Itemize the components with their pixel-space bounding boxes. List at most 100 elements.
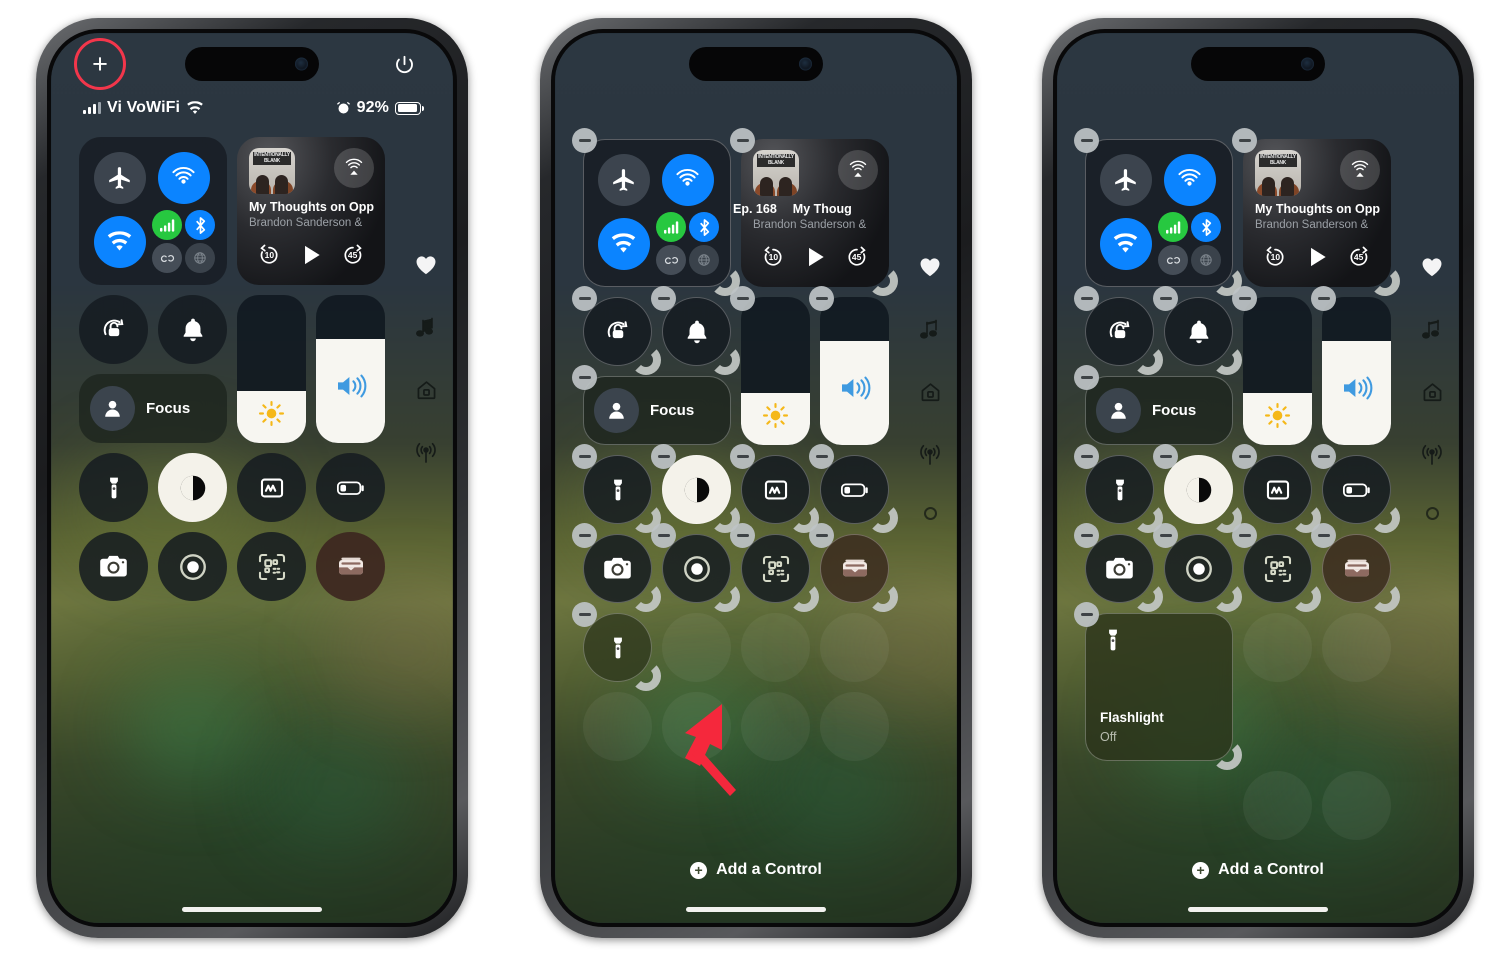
connectivity-icon[interactable]	[918, 444, 942, 471]
resize-handle[interactable]	[631, 345, 661, 375]
empty-slot[interactable]	[1243, 771, 1312, 840]
cellular-data-button[interactable]	[1158, 212, 1188, 242]
flashlight-button-new[interactable]	[572, 602, 652, 682]
focus-button[interactable]: Focus	[1074, 365, 1233, 445]
remove-control-minus-badge[interactable]	[651, 444, 676, 469]
wifi-button[interactable]	[93, 215, 146, 268]
flashlight-button[interactable]	[1074, 444, 1154, 524]
heart-icon[interactable]	[1421, 257, 1443, 282]
add-a-control-button[interactable]: + Add a Control	[1057, 861, 1459, 879]
resize-handle[interactable]	[710, 345, 740, 375]
resize-handle[interactable]	[789, 582, 819, 612]
text-size-button[interactable]	[237, 453, 306, 522]
dark-mode-button[interactable]	[158, 453, 227, 522]
resize-handle[interactable]	[1370, 266, 1400, 296]
add-control-plus-button[interactable]: +	[85, 49, 115, 79]
resize-handle[interactable]	[1212, 582, 1242, 612]
remove-control-minus-badge[interactable]	[1074, 523, 1099, 548]
empty-slot[interactable]	[741, 613, 810, 682]
airdrop-button[interactable]	[661, 153, 714, 206]
resize-handle[interactable]	[868, 582, 898, 612]
screen-record-button[interactable]	[1153, 523, 1233, 603]
wallet-button[interactable]	[809, 523, 889, 603]
flashlight-expanded-tile[interactable]: Flashlight Off	[1074, 602, 1233, 761]
rewind-10-button[interactable]: 10	[761, 245, 785, 274]
remove-control-minus-badge[interactable]	[572, 523, 597, 548]
remove-control-minus-badge[interactable]	[651, 286, 676, 311]
personal-hotspot-button[interactable]	[656, 245, 686, 275]
volume-slider[interactable]	[809, 286, 889, 445]
now-playing-module[interactable]: INTENTIONALLY BLANK My Thoughts on Opp B…	[1232, 128, 1391, 287]
cellular-data-button[interactable]	[656, 212, 686, 242]
remove-control-minus-badge[interactable]	[1074, 444, 1099, 469]
heart-icon[interactable]	[919, 257, 941, 282]
focus-button[interactable]: Focus	[79, 374, 227, 443]
bluetooth-button[interactable]	[1191, 212, 1221, 242]
empty-slot[interactable]	[1322, 613, 1391, 682]
qr-code-scanner-button[interactable]	[237, 532, 306, 601]
airplay-icon[interactable]	[334, 148, 374, 188]
empty-slot[interactable]	[820, 692, 889, 761]
rotation-lock-button[interactable]	[79, 295, 148, 364]
home-icon[interactable]	[415, 379, 438, 406]
airplay-icon[interactable]	[1340, 150, 1380, 190]
remove-control-minus-badge[interactable]	[730, 523, 755, 548]
home-icon[interactable]	[919, 381, 942, 408]
airdrop-button[interactable]	[157, 151, 210, 204]
resize-handle[interactable]	[1370, 582, 1400, 612]
connectivity-module[interactable]	[572, 128, 731, 287]
remove-control-minus-badge[interactable]	[730, 286, 755, 311]
personal-hotspot-button[interactable]	[1158, 245, 1188, 275]
silent-mode-button[interactable]	[158, 295, 227, 364]
remove-control-minus-badge[interactable]	[809, 286, 834, 311]
remove-control-minus-badge[interactable]	[1311, 523, 1336, 548]
connectivity-module[interactable]	[1074, 128, 1233, 287]
remove-control-minus-badge[interactable]	[1311, 286, 1336, 311]
volume-slider[interactable]	[316, 295, 385, 443]
brightness-slider[interactable]	[237, 295, 306, 443]
music-note-icon[interactable]	[416, 316, 436, 343]
wallet-button[interactable]	[1311, 523, 1391, 603]
bluetooth-button[interactable]	[689, 212, 719, 242]
wifi-button[interactable]	[597, 217, 650, 270]
wallet-button[interactable]	[316, 532, 385, 601]
page-indicator-dot[interactable]	[923, 507, 937, 520]
now-playing-module[interactable]: INTENTIONALLY BLANK Ep. 168 My Thoug Bra…	[730, 128, 889, 287]
remove-control-minus-badge[interactable]	[572, 128, 597, 153]
personal-hotspot-button[interactable]	[152, 243, 182, 273]
forward-45-button[interactable]: 45	[845, 245, 869, 274]
empty-slot[interactable]	[820, 613, 889, 682]
qr-code-scanner-button[interactable]	[730, 523, 810, 603]
resize-handle[interactable]	[1212, 345, 1242, 375]
resize-handle[interactable]	[868, 266, 898, 296]
resize-handle[interactable]	[1133, 345, 1163, 375]
remove-control-minus-badge[interactable]	[572, 365, 597, 390]
remove-control-minus-badge[interactable]	[730, 128, 755, 153]
airplay-icon[interactable]	[838, 150, 878, 190]
low-power-mode-button[interactable]	[316, 453, 385, 522]
camera-button[interactable]	[79, 532, 148, 601]
resize-handle[interactable]	[1291, 582, 1321, 612]
resize-handle[interactable]	[631, 582, 661, 612]
play-icon[interactable]	[298, 242, 324, 273]
now-playing-module[interactable]: INTENTIONALLY BLANK My Thoughts on Opp B…	[237, 137, 385, 285]
remove-control-minus-badge[interactable]	[730, 444, 755, 469]
silent-mode-button[interactable]	[1153, 286, 1233, 366]
screen-record-button[interactable]	[158, 532, 227, 601]
text-size-button[interactable]	[730, 444, 810, 524]
remove-control-minus-badge[interactable]	[572, 444, 597, 469]
add-a-control-button[interactable]: + Add a Control	[555, 861, 957, 879]
dark-mode-button[interactable]	[651, 444, 731, 524]
remove-control-minus-badge[interactable]	[1153, 523, 1178, 548]
qr-code-scanner-button[interactable]	[1232, 523, 1312, 603]
dark-mode-button[interactable]	[1153, 444, 1233, 524]
resize-handle[interactable]	[868, 503, 898, 533]
remove-control-minus-badge[interactable]	[1074, 602, 1099, 627]
volume-slider[interactable]	[1311, 286, 1391, 445]
remove-control-minus-badge[interactable]	[1074, 286, 1099, 311]
remove-control-minus-badge[interactable]	[1074, 128, 1099, 153]
resize-handle[interactable]	[631, 661, 661, 691]
remove-control-minus-badge[interactable]	[1153, 444, 1178, 469]
remove-control-minus-badge[interactable]	[572, 286, 597, 311]
forward-45-button[interactable]: 45	[1347, 245, 1371, 274]
